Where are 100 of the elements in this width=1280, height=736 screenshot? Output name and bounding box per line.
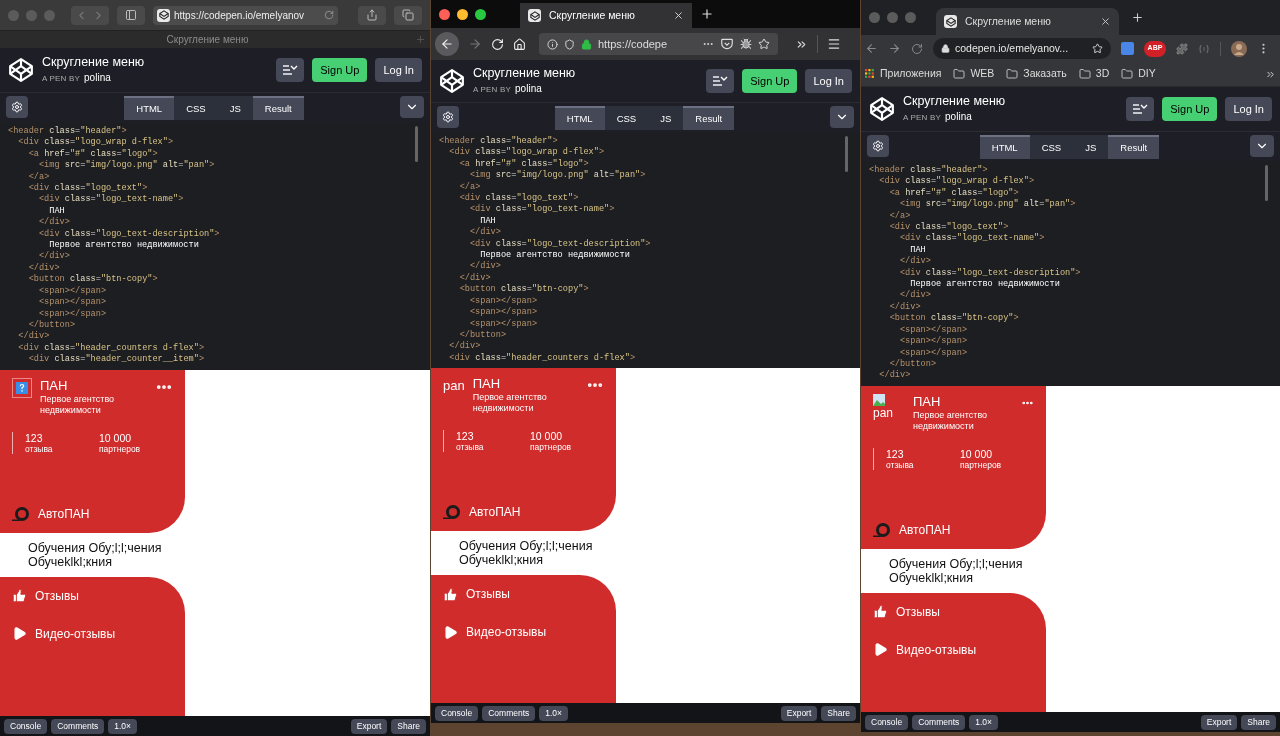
bookmark[interactable]: Приложения (865, 66, 942, 82)
editor-tab[interactable]: Result (252, 96, 304, 120)
settings-button[interactable] (6, 96, 28, 118)
collapse-button[interactable] (1250, 135, 1274, 157)
footer-button[interactable]: Share (391, 718, 426, 734)
ring-logo-icon (443, 504, 461, 521)
layout-button[interactable] (1126, 97, 1155, 121)
settings-button[interactable] (437, 106, 459, 128)
menu-item[interactable]: Отзывы (861, 592, 1046, 631)
back-button[interactable] (435, 32, 459, 56)
code-line: <div class="logo_text-name"> (468, 204, 615, 216)
url-field[interactable]: codepen.io/emelyanov... (933, 38, 1111, 59)
footer-button[interactable]: Comments (482, 705, 536, 721)
forward-icon[interactable] (888, 42, 901, 55)
shield-icon[interactable] (564, 38, 575, 50)
footer-button[interactable]: Console (865, 714, 909, 730)
editor-tab[interactable]: Result (683, 106, 735, 130)
bookmark[interactable]: 3D (1078, 66, 1110, 82)
footer-button[interactable]: Share (1241, 714, 1276, 730)
footer-button[interactable]: 1.0× (539, 705, 569, 721)
author-link[interactable]: polina (515, 81, 542, 96)
editor-tab[interactable]: JS (1073, 135, 1109, 159)
footer-button[interactable]: Comments (912, 714, 966, 730)
editor-tab[interactable]: CSS (174, 96, 218, 120)
editor-tab[interactable]: HTML (979, 135, 1030, 159)
scrollbar[interactable] (415, 126, 418, 162)
log-in-button[interactable]: Log In (375, 58, 422, 82)
close-button[interactable] (439, 8, 450, 20)
sign-up-button[interactable]: Sign Up (312, 58, 368, 82)
menu-item[interactable]: Видео-отзывы (861, 630, 1046, 669)
avatar-icon[interactable] (1231, 40, 1247, 57)
menu-item[interactable]: Видео-отзывы (431, 613, 616, 652)
menu-item[interactable]: АвтоПАН (861, 510, 1046, 549)
editor-tab[interactable]: Result (1108, 135, 1160, 159)
footer-button[interactable]: Share (821, 705, 856, 721)
back-icon[interactable] (865, 42, 878, 55)
code-line: <button class="btn-copy"> (27, 274, 158, 286)
menu-item[interactable]: Отзывы (431, 575, 616, 614)
menu-item[interactable]: АвтоПАН (431, 493, 616, 532)
menu-icon[interactable] (827, 37, 841, 51)
brand-description: Первое агентство недвижимости (40, 393, 116, 416)
settings-button[interactable] (867, 135, 889, 157)
sidebar-button[interactable] (117, 5, 145, 25)
editor-tab[interactable]: CSS (604, 106, 649, 130)
home-icon[interactable] (513, 37, 526, 51)
url-field[interactable]: https://codepen.io/emelyanov (153, 5, 338, 25)
tab[interactable]: Скругление меню (520, 3, 692, 28)
log-in-button[interactable]: Log In (805, 69, 852, 93)
share-button[interactable] (358, 5, 386, 25)
bookmark[interactable]: DIY (1121, 66, 1156, 82)
info-icon[interactable] (547, 38, 558, 50)
close-tab-icon[interactable] (673, 10, 684, 21)
footer-button[interactable]: Export (780, 705, 818, 721)
tab[interactable]: Скругление меню (936, 8, 1119, 35)
play-icon (443, 624, 458, 640)
footer-button[interactable]: Export (1200, 714, 1238, 730)
footer-button[interactable]: Comments (51, 718, 105, 734)
star-icon[interactable] (1092, 43, 1103, 54)
layout-button[interactable] (276, 58, 305, 82)
editor-tab[interactable]: JS (648, 106, 684, 130)
minimize-button[interactable] (457, 8, 468, 20)
forward-icon[interactable] (468, 37, 482, 51)
collapse-button[interactable] (400, 96, 424, 118)
author-link[interactable]: polina (84, 70, 111, 85)
sign-up-button[interactable]: Sign Up (742, 69, 798, 93)
editor-tab[interactable]: HTML (554, 106, 605, 130)
collapse-button[interactable] (830, 106, 854, 128)
menu-item[interactable]: Видео-отзывы (0, 614, 185, 653)
sign-up-button[interactable]: Sign Up (1162, 97, 1218, 121)
pocket-icon[interactable] (720, 37, 734, 51)
counter-value: 123 (455, 430, 475, 443)
url-field[interactable]: https://codepe (539, 33, 778, 55)
tabs-button[interactable] (394, 5, 422, 25)
footer-button[interactable]: Console (435, 705, 479, 721)
new-tab-icon[interactable] (700, 7, 714, 21)
new-tab-icon[interactable] (1131, 11, 1144, 24)
tab[interactable]: Скругление меню (166, 32, 249, 47)
scrollbar[interactable] (1265, 165, 1268, 201)
editor-tab[interactable]: HTML (124, 96, 175, 120)
footer-button[interactable]: 1.0× (108, 718, 138, 734)
bug-icon[interactable] (740, 38, 752, 50)
code-line: <button class="btn-copy"> (888, 313, 1019, 325)
brand-name: ПАН (913, 393, 942, 410)
log-in-button[interactable]: Log In (1225, 97, 1272, 121)
scrollbar[interactable] (845, 136, 848, 172)
editor-tab[interactable]: CSS (1029, 135, 1074, 159)
close-tab-icon[interactable] (1100, 16, 1111, 27)
bookmark[interactable]: Заказать (1006, 66, 1067, 82)
footer-button[interactable]: Export (350, 718, 388, 734)
editor-tab[interactable]: JS (217, 96, 253, 120)
footer-button[interactable]: Console (4, 718, 48, 734)
maximize-button[interactable] (475, 8, 486, 20)
bookmark[interactable]: WEB (953, 66, 995, 82)
puzzle-extension-icon[interactable] (1176, 42, 1188, 55)
author-link[interactable]: polina (945, 109, 972, 124)
layout-button[interactable] (706, 69, 735, 93)
menu-item[interactable]: АвтоПАН (0, 494, 185, 533)
footer-button[interactable]: 1.0× (969, 714, 999, 730)
menu-item[interactable]: Отзывы (0, 576, 185, 615)
star-icon[interactable] (758, 38, 770, 50)
